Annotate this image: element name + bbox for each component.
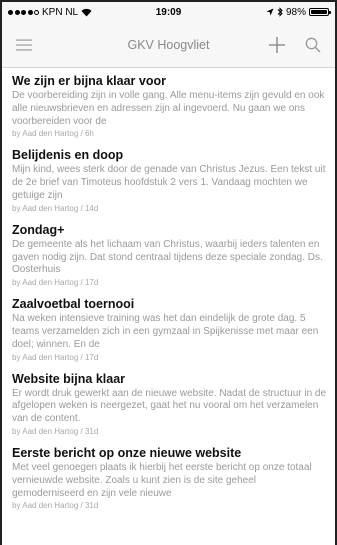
news-item-title: Zondag+ — [12, 222, 65, 237]
news-item-excerpt: De voorbereiding zijn in volle gang. All… — [12, 90, 325, 127]
news-item-excerpt: De gemeente als het lichaam van Christus… — [12, 238, 323, 276]
search-icon — [305, 37, 321, 52]
news-item-title: Website bijna klaar — [12, 371, 126, 386]
phone-screen: KPN NL 19:09 98% GKV Hoogvliet We zijn e… — [0, 0, 337, 545]
news-item-meta: by Aad den Hartog / 31d — [12, 426, 99, 436]
status-left: KPN NL — [8, 7, 92, 18]
signal-dot-empty — [34, 9, 39, 15]
news-item[interactable]: Belijdenis en doop Mijn kind, wees sterk… — [12, 148, 327, 213]
add-button[interactable] — [265, 33, 289, 57]
search-button[interactable] — [301, 33, 325, 57]
news-item[interactable]: Website bijna klaar Er wordt druk gewerk… — [12, 372, 327, 437]
wifi-icon — [81, 8, 92, 16]
signal-dot — [21, 9, 26, 15]
signal-strength-icon — [8, 9, 39, 15]
status-right: 98% — [266, 6, 331, 18]
news-item-meta: by Aad den Hartog / 17d — [12, 278, 99, 288]
news-item[interactable]: Eerste bericht op onze nieuwe website Me… — [12, 446, 327, 511]
news-item-meta: by Aad den Hartog / 6h — [12, 129, 94, 139]
news-item-title: Belijdenis en doop — [12, 148, 124, 163]
news-item-title: Zaalvoetbal toernooi — [12, 297, 135, 312]
carrier-label: KPN NL — [42, 6, 79, 18]
news-item-meta: by Aad den Hartog / 14d — [12, 203, 99, 213]
news-feed: We zijn er bijna klaar voor De voorberei… — [2, 68, 335, 511]
news-item[interactable]: Zondag+ De gemeente als het lichaam van … — [12, 223, 327, 288]
menu-button[interactable] — [12, 33, 36, 57]
signal-dot — [27, 9, 33, 15]
bluetooth-icon — [277, 7, 283, 17]
news-item-title: Eerste bericht op onze nieuwe website — [12, 445, 242, 460]
news-item-meta: by Aad den Hartog / 17d — [12, 352, 99, 362]
news-item-excerpt: Er wordt druk gewerkt aan de nieuwe webs… — [12, 387, 327, 425]
signal-dot — [8, 9, 13, 15]
plus-icon — [269, 36, 285, 53]
battery-fill — [311, 10, 327, 14]
battery-percentage: 98% — [285, 6, 306, 18]
news-item-excerpt: Mijn kind, wees sterk door de genade van… — [12, 164, 326, 201]
battery-icon — [309, 8, 331, 16]
signal-dot — [14, 9, 20, 15]
navigation-bar: GKV Hoogvliet — [2, 22, 335, 68]
news-item-title: We zijn er bijna klaar voor — [12, 74, 166, 88]
hamburger-menu-icon — [16, 39, 32, 50]
news-item[interactable]: We zijn er bijna klaar voor De voorberei… — [12, 74, 327, 139]
news-item[interactable]: Zaalvoetbal toernooi Na weken intensieve… — [12, 297, 327, 362]
location-arrow-icon — [266, 8, 274, 16]
news-item-excerpt: Na weken intensieve training was het dan… — [12, 313, 319, 350]
news-item-excerpt: Met veel genoegen plaats ik hierbij het … — [12, 461, 312, 499]
nav-actions — [265, 33, 325, 57]
news-item-meta: by Aad den Hartog / 31d — [12, 501, 99, 511]
status-bar: KPN NL 19:09 98% — [2, 2, 335, 22]
